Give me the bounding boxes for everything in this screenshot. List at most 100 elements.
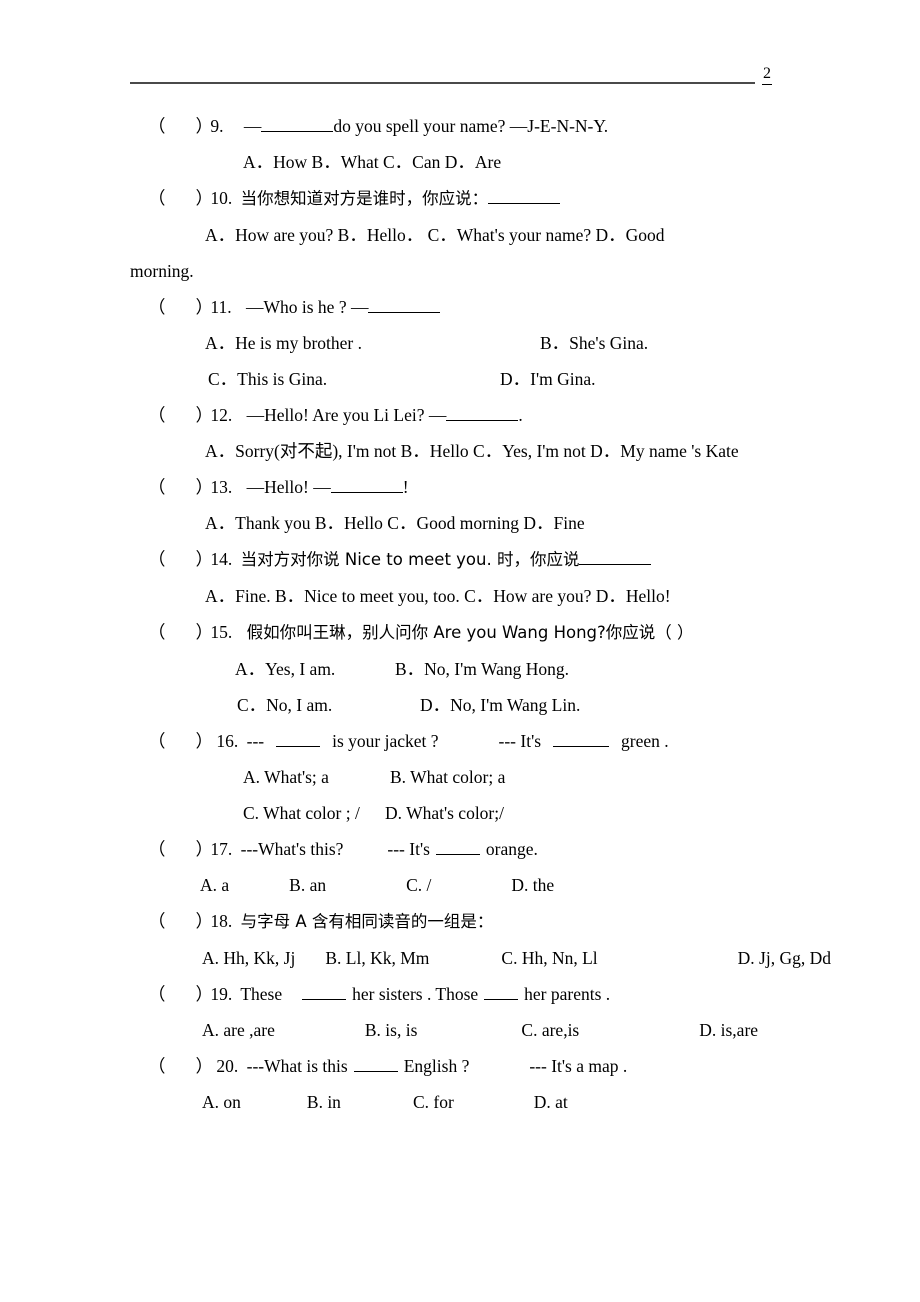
question-11-stem: （） 11. —Who is he ? — <box>0 289 920 325</box>
question-19-stem: （） 19. These her sisters . Those her paren… <box>0 976 920 1012</box>
question-15-stem-zh: 假如你叫王琳，别人问你 Are you Wang Hong?你应说（ ） <box>246 623 694 642</box>
question-15-option-a[interactable]: A．Yes, I am. <box>235 651 335 687</box>
question-17-option-b[interactable]: B. an <box>289 875 326 895</box>
question-15-option-b[interactable]: B．No, I'm Wang Hong. <box>395 651 569 687</box>
page-number: 2 <box>762 65 772 85</box>
answer-bracket-20[interactable]: （） <box>148 1048 213 1084</box>
question-13-stem-after: ! <box>402 477 409 497</box>
question-11-stem-before: —Who is he ? — <box>245 297 369 317</box>
question-15-options-row2: C．No, I am. D．No, I'm Wang Lin. <box>0 687 920 723</box>
question-18-option-d[interactable]: D. Jj, Gg, Dd <box>738 948 831 968</box>
question-15-option-c[interactable]: C．No, I am. <box>237 687 332 723</box>
question-15-option-d[interactable]: D．No, I'm Wang Lin. <box>420 687 580 723</box>
question-18-stem: （） 18. 与字母 A 含有相同读音的一组是： <box>0 903 920 940</box>
answer-blank[interactable] <box>330 492 403 493</box>
question-14-options[interactable]: A．Fine. B．Nice to meet you, too. C．How a… <box>0 578 920 614</box>
answer-blank[interactable] <box>353 1071 398 1072</box>
answer-blank[interactable] <box>368 312 441 313</box>
question-18-option-a[interactable]: A. Hh, Kk, Jj <box>202 948 295 968</box>
question-11-number: 11. <box>210 297 232 317</box>
question-11-option-c[interactable]: C．This is Gina. <box>208 361 327 397</box>
question-12-stem-before: —Hello! Are you Li Lei? — <box>246 405 447 425</box>
question-14-number: 14. <box>210 549 233 569</box>
answer-blank[interactable] <box>553 746 610 747</box>
question-16-stem-p4: green . <box>621 731 669 751</box>
answer-blank[interactable] <box>276 746 321 747</box>
answer-bracket-17[interactable]: （） <box>148 831 213 867</box>
question-12-stem: （） 12. —Hello! Are you Li Lei? —. <box>0 397 920 433</box>
answer-blank[interactable] <box>435 854 480 855</box>
answer-bracket-9[interactable]: （） <box>148 108 213 144</box>
question-20-options: A. on B. in C. for D. at <box>0 1084 920 1120</box>
question-19-stem-p3: her parents . <box>524 984 611 1004</box>
question-11-options-row2: C．This is Gina. D．I'm Gina. <box>0 361 920 397</box>
question-17-number: 17. <box>210 839 233 859</box>
question-13-stem: （） 13. —Hello! —! <box>0 469 920 505</box>
answer-blank[interactable] <box>302 999 347 1000</box>
question-19-options: A. are ,are B. is, is C. are,is D. is,are <box>0 1012 920 1048</box>
question-10-stem: （） 10. 当你想知道对方是谁时，你应说： <box>0 180 920 217</box>
question-12-number: 12. <box>210 405 233 425</box>
question-11-option-b[interactable]: B．She's Gina. <box>540 325 648 361</box>
question-19-option-b[interactable]: B. is, is <box>365 1020 418 1040</box>
question-16-option-d[interactable]: D. What's color;/ <box>385 795 504 831</box>
question-20-stem-p1: ---What is this <box>246 1056 348 1076</box>
question-20-option-c[interactable]: C. for <box>413 1092 454 1112</box>
question-16-option-b[interactable]: B. What color; a <box>390 759 505 795</box>
question-20-option-b[interactable]: B. in <box>307 1092 341 1112</box>
question-19-option-c[interactable]: C. are,is <box>521 1020 579 1040</box>
question-9-options[interactable]: A．How B．What C．Can D．Are <box>0 144 920 180</box>
question-15-options-row1: A．Yes, I am. B．No, I'm Wang Hong. <box>0 651 920 687</box>
question-9-stem-before: — <box>243 116 262 136</box>
question-11-option-d[interactable]: D．I'm Gina. <box>500 361 596 397</box>
answer-bracket-11[interactable]: （） <box>148 289 213 325</box>
answer-blank[interactable] <box>261 131 334 132</box>
question-16-option-c[interactable]: C. What color ; / <box>243 795 360 831</box>
question-13-options[interactable]: A．Thank you B．Hello C．Good morning D．Fin… <box>0 505 920 541</box>
question-20-option-a[interactable]: A. on <box>202 1092 241 1112</box>
question-16-number: 16. <box>216 731 239 751</box>
question-16-stem-p3: --- It's <box>498 731 542 751</box>
question-16-stem-p2: is your jacket ? <box>332 731 439 751</box>
answer-blank[interactable] <box>446 420 519 421</box>
question-17-option-c[interactable]: C. / <box>406 875 431 895</box>
question-16-option-a[interactable]: A. What's; a <box>243 759 329 795</box>
question-18-options: A. Hh, Kk, Jj B. Ll, Kk, Mm C. Hh, Nn, Ll D… <box>0 940 920 976</box>
question-13-number: 13. <box>210 477 233 497</box>
question-12-options[interactable]: A．Sorry(对不起), I'm not B．Hello C．Yes, I'm… <box>0 433 920 469</box>
answer-bracket-16[interactable]: （） <box>148 723 213 759</box>
answer-bracket-19[interactable]: （） <box>148 976 213 1012</box>
question-10-number: 10. <box>210 188 233 208</box>
answer-bracket-10[interactable]: （） <box>148 180 213 216</box>
question-10-stem-zh: 当你想知道对方是谁时，你应说： <box>240 189 489 208</box>
question-20-option-d[interactable]: D. at <box>534 1092 568 1112</box>
question-16-stem: （） 16. --- is your jacket ? --- It's green … <box>0 723 920 759</box>
answer-blank[interactable] <box>488 203 561 204</box>
answer-blank[interactable] <box>484 999 519 1000</box>
question-19-number: 19. <box>210 984 233 1004</box>
question-20-stem: （） 20. ---What is this English ? --- It's … <box>0 1048 920 1084</box>
header-rule <box>130 82 755 84</box>
answer-blank[interactable] <box>579 564 652 565</box>
answer-bracket-12[interactable]: （） <box>148 397 213 433</box>
question-19-option-d[interactable]: D. is,are <box>699 1020 758 1040</box>
question-12-stem-after: . <box>518 405 523 425</box>
question-11-options-row1: A．He is my brother . B．She's Gina. <box>0 325 920 361</box>
question-10-options-line2[interactable]: morning. <box>0 253 920 289</box>
question-18-stem-zh: 与字母 A 含有相同读音的一组是： <box>240 912 494 931</box>
question-14-stem: （） 14. 当对方对你说 Nice to meet you. 时，你应说 <box>0 541 920 578</box>
question-11-option-a[interactable]: A．He is my brother . <box>205 325 362 361</box>
answer-bracket-18[interactable]: （） <box>148 903 213 939</box>
question-17-option-d[interactable]: D. the <box>511 875 554 895</box>
question-18-option-b[interactable]: B. Ll, Kk, Mm <box>325 948 429 968</box>
question-17-options: A. a B. an C. / D. the <box>0 867 920 903</box>
question-10-options-line1[interactable]: A．How are you? B．Hello． C．What's your na… <box>0 217 920 253</box>
question-17-option-a[interactable]: A. a <box>200 875 229 895</box>
question-15-number: 15. <box>210 622 233 642</box>
question-20-number: 20. <box>216 1056 239 1076</box>
answer-bracket-13[interactable]: （） <box>148 469 213 505</box>
question-18-option-c[interactable]: C. Hh, Nn, Ll <box>501 948 597 968</box>
answer-bracket-15[interactable]: （） <box>148 614 213 650</box>
question-19-option-a[interactable]: A. are ,are <box>202 1020 275 1040</box>
answer-bracket-14[interactable]: （） <box>148 541 213 577</box>
